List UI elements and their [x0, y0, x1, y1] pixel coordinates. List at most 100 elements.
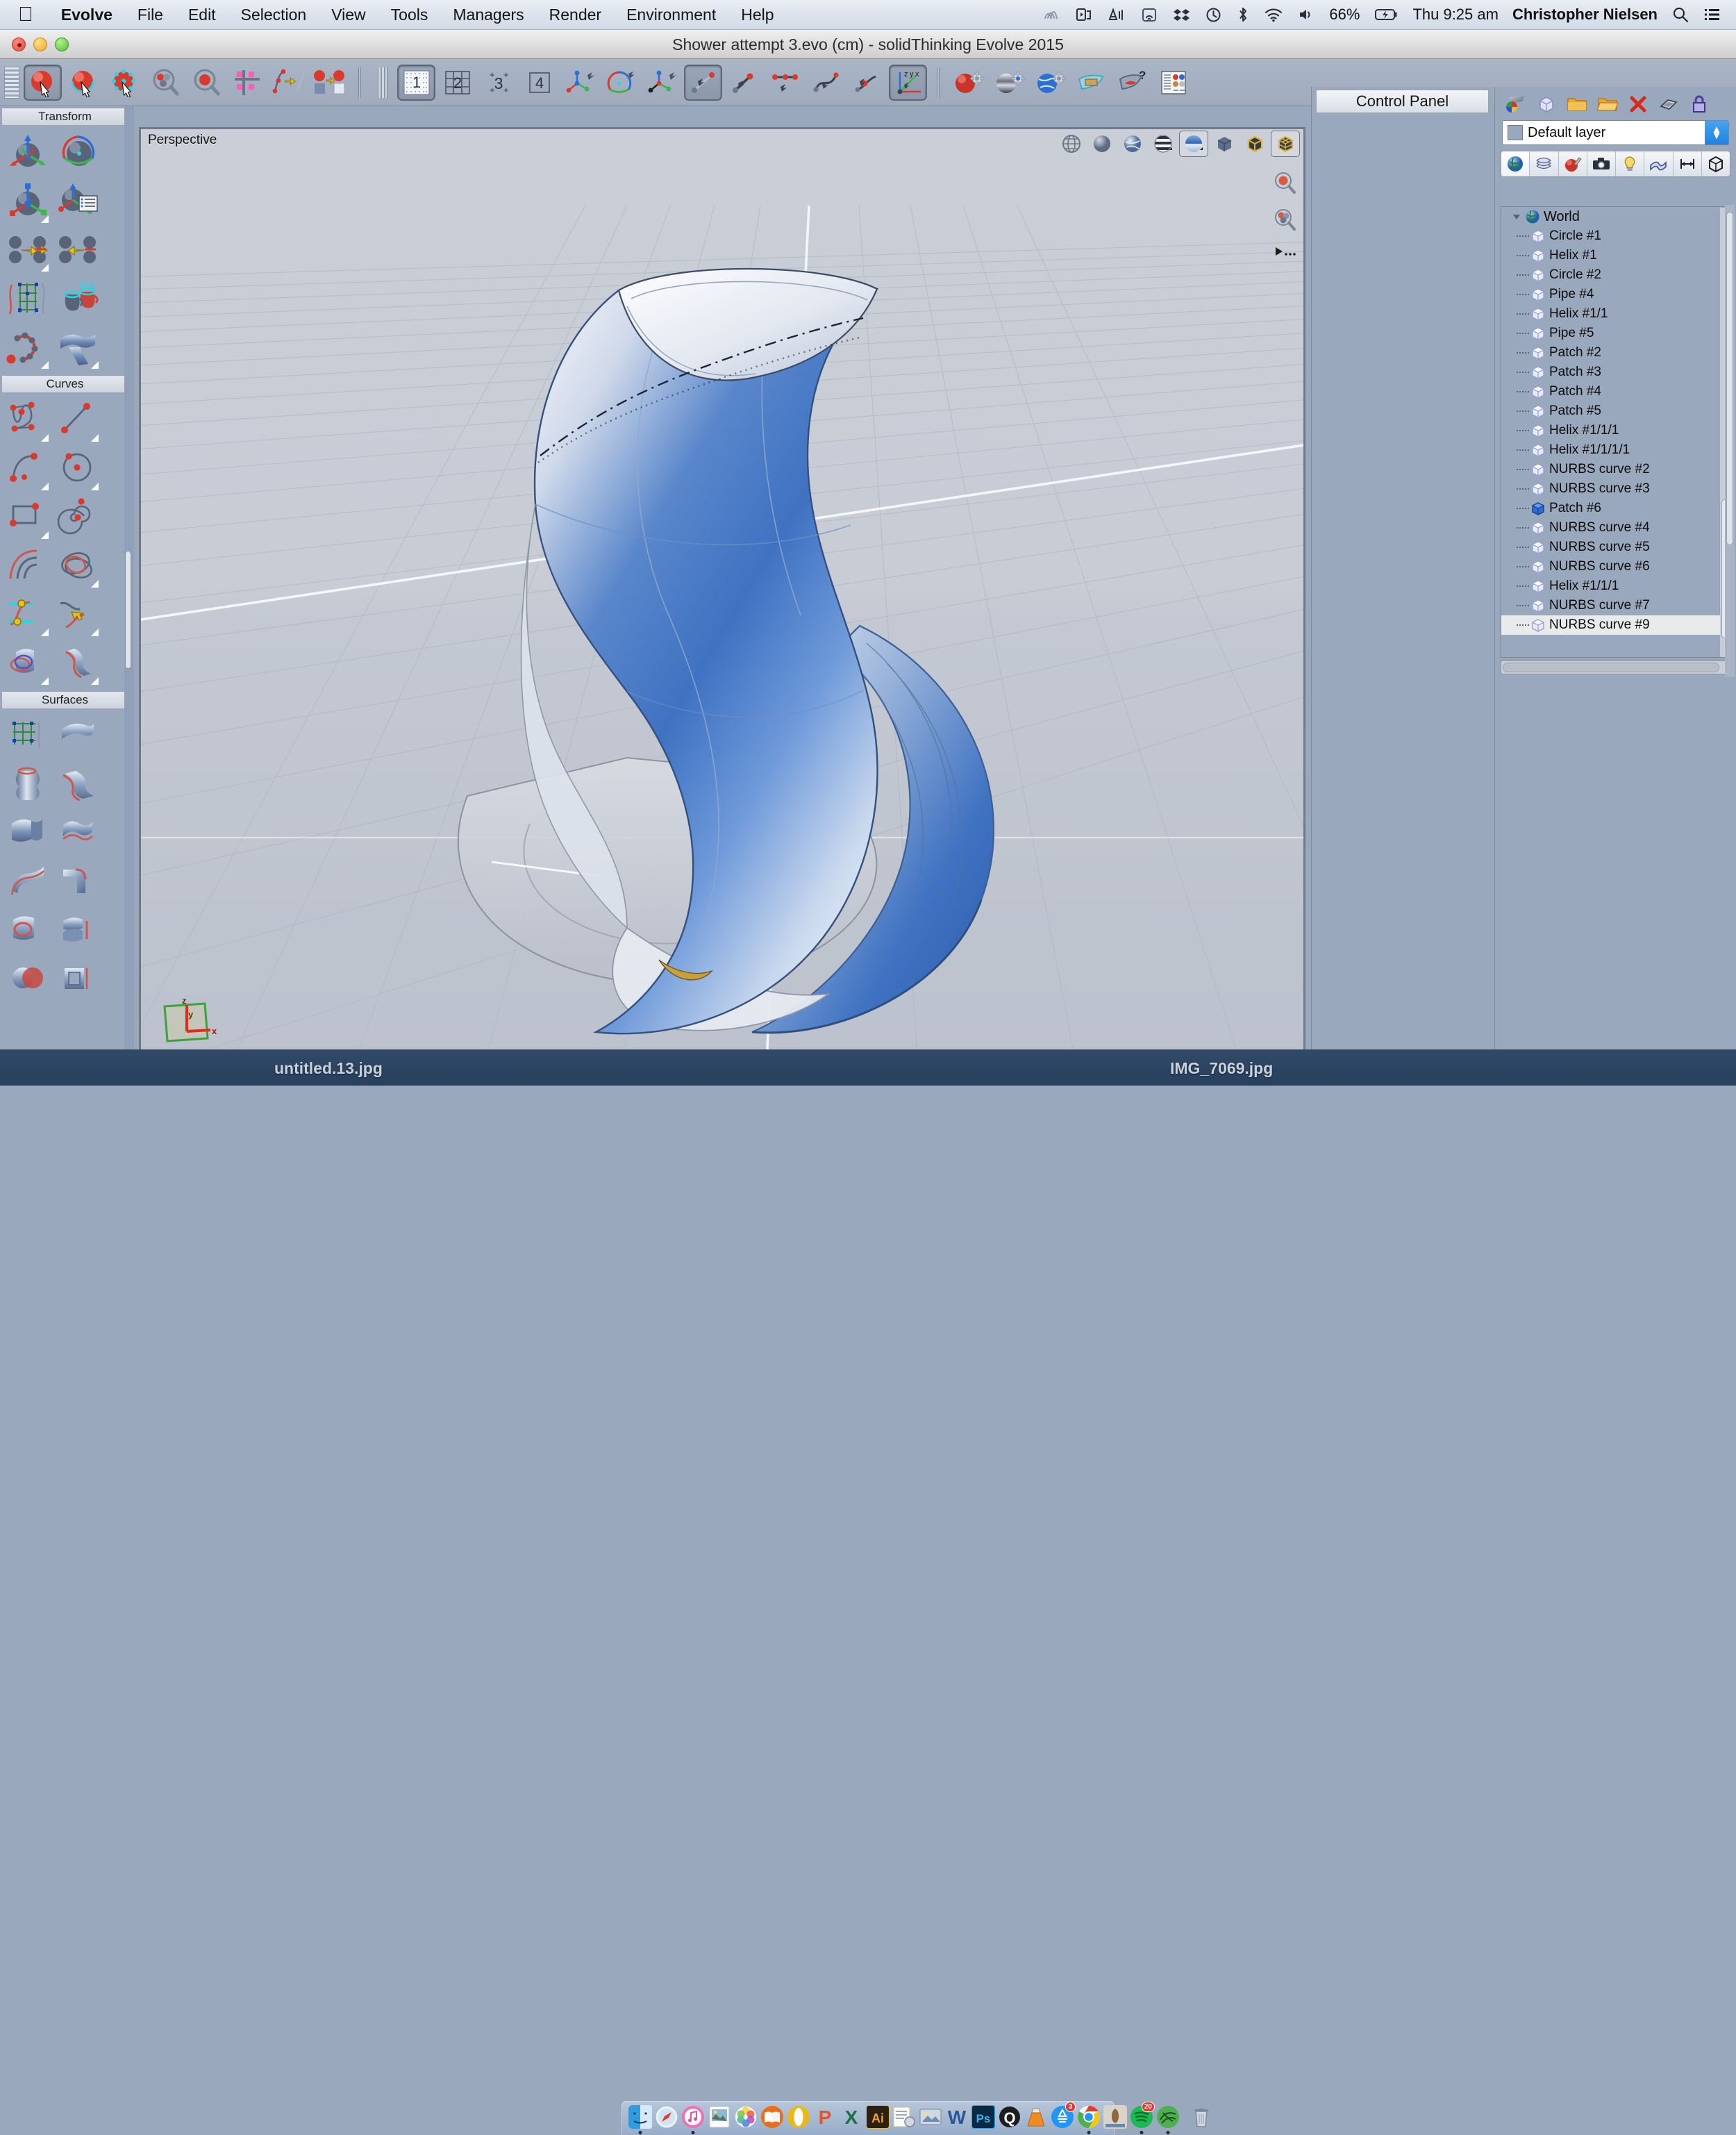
- wifi-icon[interactable]: [1257, 0, 1290, 30]
- snap-midpoint-icon[interactable]: [766, 65, 804, 101]
- render-settings-icon[interactable]: [990, 65, 1028, 101]
- desktop-file-1[interactable]: IMG_7069.jpg: [1170, 1059, 1273, 1078]
- line-icon[interactable]: [53, 397, 103, 445]
- tab-camera[interactable]: [1587, 151, 1616, 176]
- viewport-1-icon[interactable]: 1: [397, 64, 435, 101]
- viewport-2-icon[interactable]: 2: [438, 65, 476, 101]
- wireframe-globe-icon[interactable]: [1057, 131, 1086, 157]
- audio-meter-icon[interactable]: [1100, 0, 1133, 30]
- battery-charging-icon[interactable]: [1367, 0, 1405, 30]
- zoom-object-icon[interactable]: [187, 65, 226, 101]
- snap-grid-icon[interactable]: [228, 65, 267, 101]
- volume-icon[interactable]: [1290, 0, 1322, 30]
- object-convert-icon[interactable]: [310, 65, 349, 101]
- tree-item-nurbs-curve-9[interactable]: NURBS curve #9: [1501, 615, 1730, 635]
- dock-item-image-capture[interactable]: [918, 2103, 943, 2135]
- mirror-object-icon[interactable]: [53, 275, 103, 324]
- snap-endpoint-icon[interactable]: [848, 65, 886, 101]
- submenu-corner-icon[interactable]: [41, 264, 49, 272]
- screen-sharing-icon[interactable]: [1068, 0, 1100, 30]
- snap-curve-icon[interactable]: [807, 65, 845, 101]
- menu-item-view[interactable]: View: [319, 6, 378, 24]
- tree-item-nurbs-curve-5[interactable]: NURBS curve #5: [1501, 538, 1730, 557]
- gold-box-icon[interactable]: [1240, 131, 1269, 157]
- apple-logo-icon[interactable]: : [0, 4, 49, 25]
- bluetooth-icon[interactable]: [1229, 0, 1257, 30]
- tree-item-patch-6[interactable]: Patch #6: [1501, 499, 1730, 518]
- tab-layers[interactable]: [1530, 151, 1559, 176]
- curve-on-surface-icon[interactable]: [3, 640, 53, 688]
- sweep-surface-icon[interactable]: [53, 713, 103, 761]
- bounding-box-icon[interactable]: [1210, 131, 1239, 157]
- object-panel-vertical-scrollbar[interactable]: [1725, 205, 1735, 677]
- submenu-corner-icon[interactable]: [91, 629, 99, 636]
- open-folder-icon[interactable]: [1594, 92, 1621, 117]
- tree-item-circle-2[interactable]: Circle #2: [1501, 265, 1730, 285]
- expand-triangle-icon[interactable]: [1508, 212, 1525, 222]
- more-options-icon[interactable]: [1273, 244, 1296, 262]
- axis-world-icon[interactable]: [643, 65, 681, 101]
- tree-item-nurbs-curve-4[interactable]: NURBS curve #4: [1501, 518, 1730, 538]
- tree-item-nurbs-curve-7[interactable]: NURBS curve #7: [1501, 596, 1730, 615]
- menu-item-evolve[interactable]: Evolve: [49, 6, 125, 24]
- dock-item-itunes[interactable]: [681, 2103, 706, 2135]
- tree-item-circle-1[interactable]: Circle #1: [1501, 226, 1730, 246]
- viewport-4-icon[interactable]: 4: [520, 65, 558, 101]
- zebra-stripes-icon[interactable]: [1149, 131, 1178, 157]
- dock-item-ibooks[interactable]: [760, 2103, 785, 2135]
- object-tree[interactable]: World Circle #1 Helix #1 Circle #2 Pipe #4 H…: [1501, 206, 1731, 658]
- airplay-icon[interactable]: [1133, 0, 1165, 30]
- menu-item-edit[interactable]: Edit: [176, 6, 228, 24]
- submenu-corner-icon[interactable]: [91, 434, 99, 442]
- submenu-corner-icon[interactable]: [91, 483, 99, 490]
- material-library-icon[interactable]: [1154, 65, 1192, 101]
- control-panel-title[interactable]: Control Panel: [1316, 90, 1489, 113]
- tree-item-helix-1[interactable]: Helix #1: [1501, 246, 1730, 265]
- tree-root-world[interactable]: World: [1501, 207, 1730, 226]
- desktop-file-0[interactable]: untitled.13.jpg: [274, 1059, 383, 1078]
- submenu-corner-icon[interactable]: [91, 677, 99, 685]
- toolbar-drag-grip[interactable]: [4, 66, 19, 99]
- section-curve-icon[interactable]: [53, 640, 103, 688]
- material-help-icon[interactable]: ?: [1113, 65, 1151, 101]
- color-picker-icon[interactable]: [1502, 92, 1530, 117]
- clock-icon[interactable]: [1198, 0, 1229, 30]
- menu-item-managers[interactable]: Managers: [440, 6, 536, 24]
- texture-map-icon[interactable]: [1072, 65, 1110, 101]
- lock-icon[interactable]: [1685, 92, 1713, 117]
- snap-point-icon[interactable]: [684, 64, 722, 101]
- curve-convert-icon[interactable]: [269, 65, 308, 101]
- submenu-corner-icon[interactable]: [41, 531, 49, 539]
- tab-world[interactable]: [1501, 151, 1530, 176]
- axis-rotate-icon[interactable]: [602, 65, 640, 101]
- menu-item-render[interactable]: Render: [537, 6, 614, 24]
- viewport-3-icon[interactable]: + + + + 3: [479, 65, 517, 101]
- axis-move-icon[interactable]: [561, 65, 599, 101]
- align-center-icon[interactable]: [53, 226, 103, 275]
- material-settings-icon[interactable]: [949, 65, 987, 101]
- patch-grid-icon[interactable]: [3, 713, 53, 761]
- dock-item-safari[interactable]: [654, 2103, 679, 2135]
- tree-item-helix-1-1-1[interactable]: Helix #1/1/1: [1501, 576, 1730, 596]
- tree-item-nurbs-curve-2[interactable]: NURBS curve #2: [1501, 460, 1730, 479]
- move-object-icon[interactable]: [3, 129, 53, 178]
- delete-icon[interactable]: [1624, 92, 1652, 117]
- arc-icon[interactable]: [3, 445, 53, 494]
- tree-item-patch-3[interactable]: Patch #3: [1501, 363, 1730, 382]
- project-curve-icon[interactable]: [53, 591, 103, 640]
- align-right-icon[interactable]: [3, 226, 53, 275]
- rectangle-icon[interactable]: [3, 494, 53, 542]
- offset-surface-icon[interactable]: [53, 907, 103, 956]
- dock-item-grasshopper[interactable]: [1155, 2103, 1180, 2135]
- tree-item-pipe-4[interactable]: Pipe #4: [1501, 285, 1730, 304]
- axis-zyx-icon[interactable]: z y x: [889, 64, 927, 101]
- tree-item-nurbs-curve-6[interactable]: NURBS curve #6: [1501, 557, 1730, 576]
- dock-item-finder[interactable]: [628, 2103, 653, 2135]
- dropbox-icon[interactable]: [1165, 0, 1198, 30]
- shell-surface-icon[interactable]: [53, 956, 103, 1004]
- audio-waveform-icon[interactable]: [1035, 0, 1068, 30]
- environment-sphere-icon[interactable]: [1118, 131, 1147, 157]
- extrude-surface-icon[interactable]: [3, 810, 53, 858]
- dock-item-chrome[interactable]: [1076, 2103, 1101, 2135]
- dock-item-illustrator[interactable]: Ai: [865, 2103, 890, 2135]
